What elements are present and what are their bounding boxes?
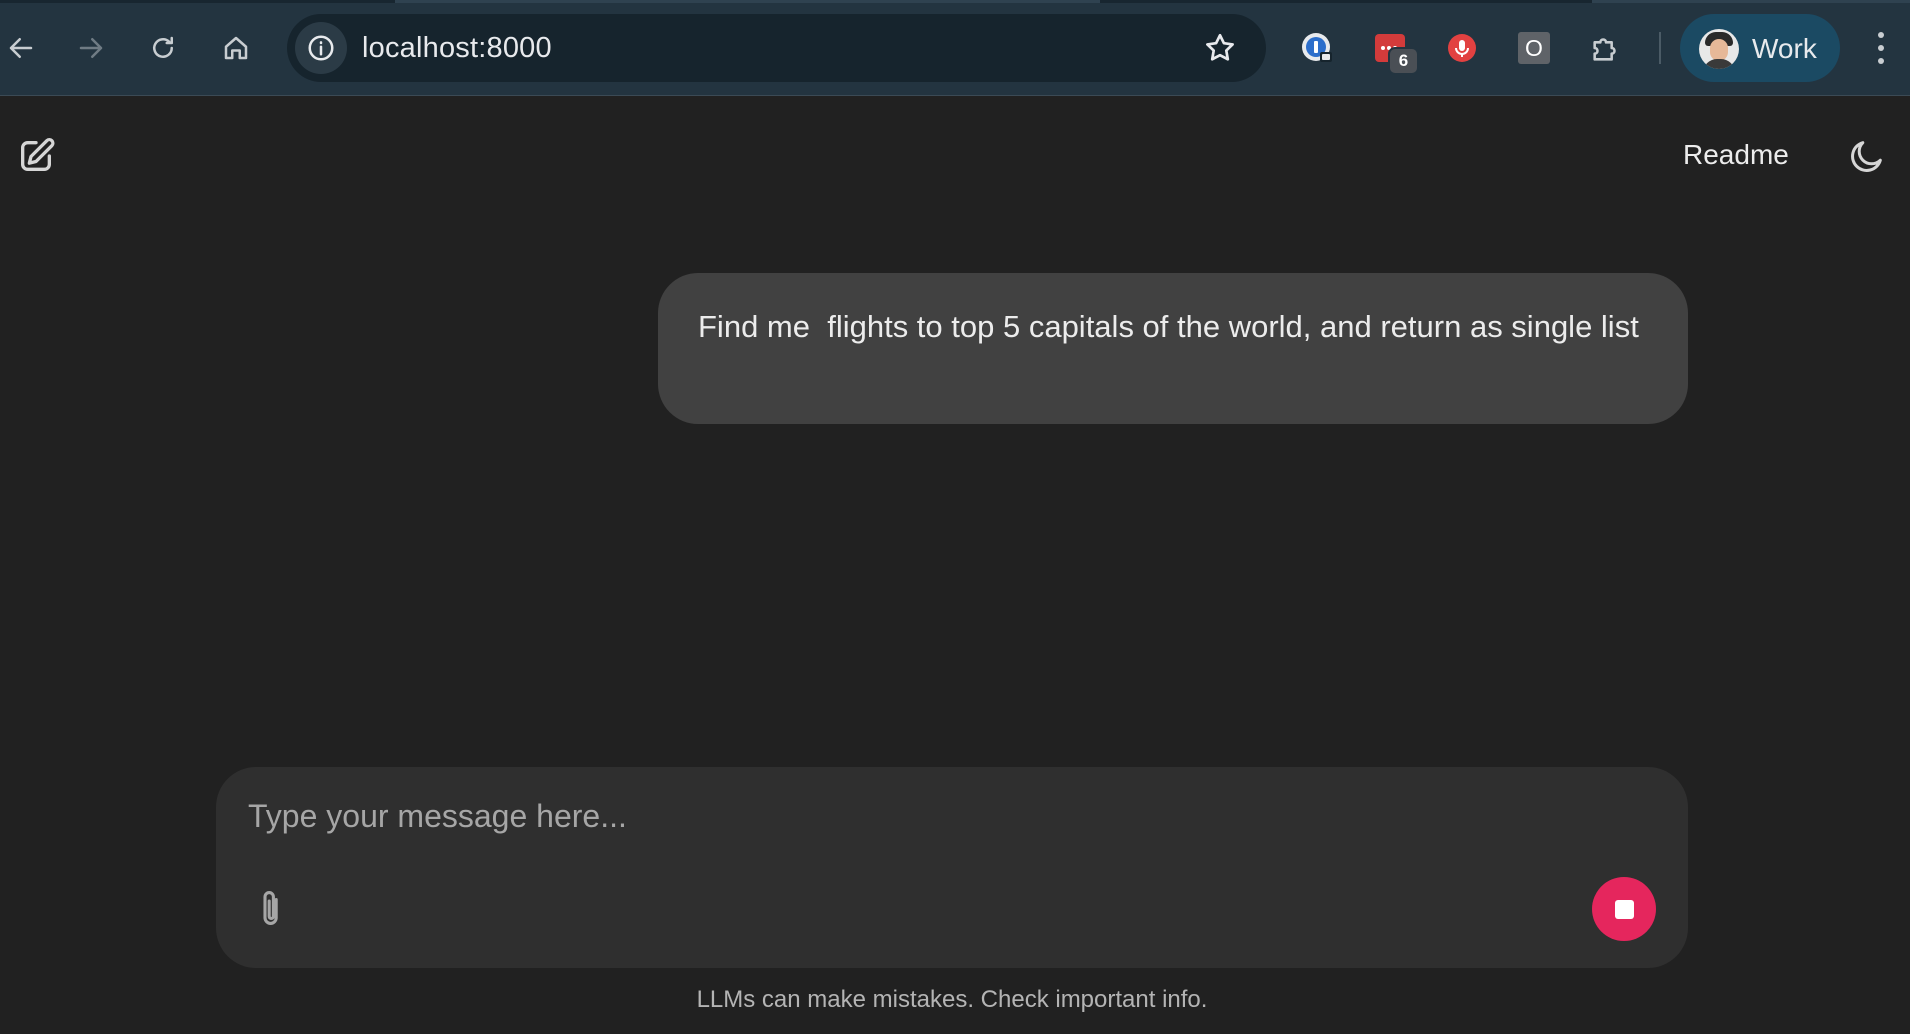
theme-toggle-button[interactable] [1843,132,1891,180]
attach-button[interactable] [250,884,294,932]
avatar [1699,29,1739,69]
kebab-dot [1878,45,1884,51]
back-button[interactable] [0,24,45,72]
reload-button[interactable] [139,24,187,72]
edit-square-icon [21,137,55,171]
readme-link[interactable]: Readme [1683,139,1789,171]
opera-extension[interactable]: O [1514,28,1554,68]
home-button[interactable] [212,24,260,72]
message-input[interactable] [248,791,1628,841]
kebab-dot [1878,58,1884,64]
voice-extension[interactable] [1442,28,1482,68]
user-message: Find me flights to top 5 capitals of the… [658,273,1688,424]
message-composer [216,767,1688,968]
password-lock-icon [1302,33,1332,62]
arrow-right-icon [79,38,103,58]
stop-button[interactable] [1592,877,1656,941]
browser-toolbar: localhost:8000 6 O Work [0,0,1910,96]
star-icon[interactable] [1202,30,1238,66]
info-icon [308,35,334,61]
moon-icon [1851,141,1882,172]
paperclip-icon [263,891,278,925]
profile-button[interactable]: Work [1680,14,1840,82]
browser-menu-button[interactable] [1866,26,1896,70]
arrow-left-icon [9,38,33,58]
tab-strip-edge [0,0,1910,3]
microphone-icon [1448,34,1476,62]
address-bar[interactable]: localhost:8000 [287,14,1266,82]
extensions-menu-button[interactable] [1586,28,1626,68]
password-manager-extension[interactable] [1298,28,1338,68]
tab-edge-segment [1592,0,1910,3]
toolbar-separator [1659,32,1661,64]
url-text[interactable]: localhost:8000 [362,32,552,65]
reload-icon [153,36,173,58]
extension-badge-count: 6 [1388,47,1419,75]
letter-o-icon: O [1518,32,1550,64]
home-icon [224,36,248,60]
stop-icon [1614,899,1634,919]
tab-edge-segment [395,0,1100,3]
puzzle-icon [1593,38,1616,61]
site-info-button[interactable] [295,22,347,74]
new-chat-button[interactable] [12,132,60,180]
disclaimer-text: LLMs can make mistakes. Check important … [696,986,1208,1013]
forward-button[interactable] [67,24,115,72]
kebab-dot [1878,32,1884,38]
profile-label: Work [1752,33,1817,64]
